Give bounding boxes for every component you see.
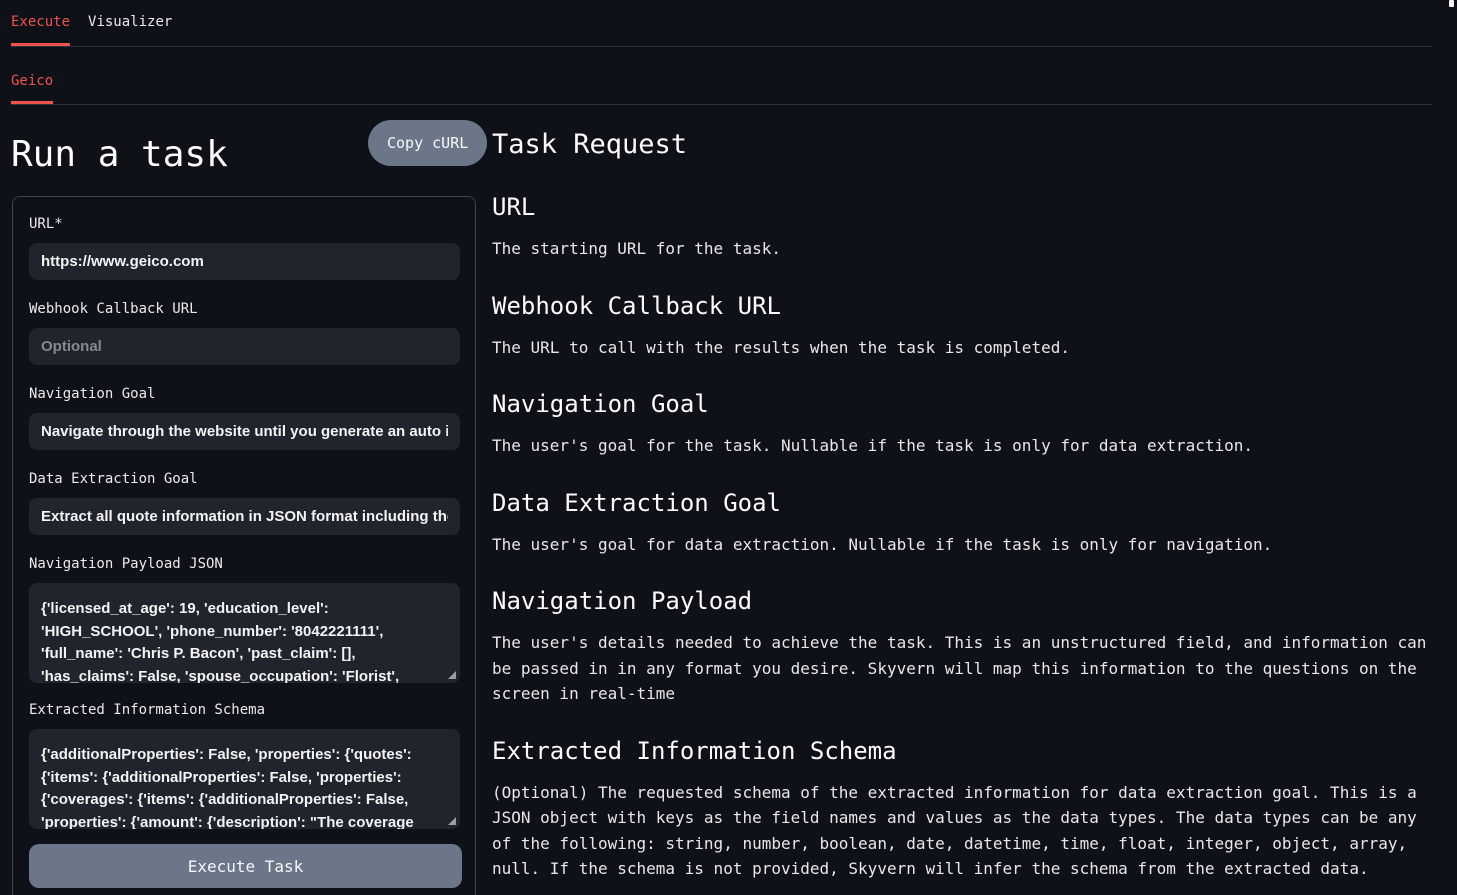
webhook-field-row: Webhook Callback URL xyxy=(29,302,460,365)
execute-task-button[interactable]: Execute Task xyxy=(29,844,462,888)
task-request-docs: Task Request URL The starting URL for th… xyxy=(492,0,1434,882)
docs-section-heading: Navigation Payload xyxy=(492,584,1434,618)
webhook-input[interactable] xyxy=(29,328,460,365)
docs-section-heading: Webhook Callback URL xyxy=(492,289,1434,323)
extracted-schema-label: Extracted Information Schema xyxy=(29,703,460,718)
data-extraction-goal-input[interactable] xyxy=(29,498,460,535)
docs-section-heading: Extracted Information Schema xyxy=(492,734,1434,768)
data-extraction-goal-field-row: Data Extraction Goal xyxy=(29,472,460,535)
tab-geico[interactable]: Geico xyxy=(11,74,53,104)
docs-section-heading: Navigation Goal xyxy=(492,387,1434,421)
navigation-payload-textarea[interactable]: {'licensed_at_age': 19, 'education_level… xyxy=(29,583,460,683)
page-title: Run a task xyxy=(11,133,228,177)
docs-section-extracted-schema: Extracted Information Schema (Optional) … xyxy=(492,734,1434,882)
scrollbar-thumb[interactable] xyxy=(1449,0,1454,7)
docs-section-body: The user's goal for data extraction. Nul… xyxy=(492,532,1434,558)
docs-section-data-extraction-goal: Data Extraction Goal The user's goal for… xyxy=(492,486,1434,558)
docs-section-body: The user's goal for the task. Nullable i… xyxy=(492,433,1434,459)
docs-section-body: The user's details needed to achieve the… xyxy=(492,630,1434,707)
tab-visualizer[interactable]: Visualizer xyxy=(88,15,172,46)
navigation-goal-field-row: Navigation Goal xyxy=(29,387,460,450)
docs-section-navigation-payload: Navigation Payload The user's details ne… xyxy=(492,584,1434,707)
docs-title: Task Request xyxy=(492,127,1434,163)
tab-execute[interactable]: Execute xyxy=(11,15,70,46)
url-label: URL* xyxy=(29,217,460,232)
extracted-schema-textarea[interactable]: {'additionalProperties': False, 'propert… xyxy=(29,729,460,829)
copy-curl-button[interactable]: Copy cURL xyxy=(368,120,487,166)
extracted-schema-field-row: Extracted Information Schema {'additiona… xyxy=(29,703,460,829)
task-form-card: URL* Webhook Callback URL Navigation Goa… xyxy=(12,196,476,895)
docs-section-body: (Optional) The requested schema of the e… xyxy=(492,780,1434,882)
docs-section-webhook: Webhook Callback URL The URL to call wit… xyxy=(492,289,1434,361)
navigation-payload-label: Navigation Payload JSON xyxy=(29,557,460,572)
docs-section-url: URL The starting URL for the task. xyxy=(492,190,1434,262)
resize-handle-icon[interactable] xyxy=(448,671,456,679)
data-extraction-goal-label: Data Extraction Goal xyxy=(29,472,460,487)
docs-section-heading: URL xyxy=(492,190,1434,224)
docs-section-navigation-goal: Navigation Goal The user's goal for the … xyxy=(492,387,1434,459)
navigation-payload-field-row: Navigation Payload JSON {'licensed_at_ag… xyxy=(29,557,460,683)
navigation-goal-label: Navigation Goal xyxy=(29,387,460,402)
docs-section-body: The URL to call with the results when th… xyxy=(492,335,1434,361)
webhook-label: Webhook Callback URL xyxy=(29,302,460,317)
docs-section-heading: Data Extraction Goal xyxy=(492,486,1434,520)
navigation-goal-input[interactable] xyxy=(29,413,460,450)
url-field-row: URL* xyxy=(29,217,460,280)
resize-handle-icon[interactable] xyxy=(448,817,456,825)
docs-section-body: The starting URL for the task. xyxy=(492,236,1434,262)
app-window: Execute Visualizer Geico Run a task Copy… xyxy=(0,0,1457,895)
url-input[interactable] xyxy=(29,243,460,280)
